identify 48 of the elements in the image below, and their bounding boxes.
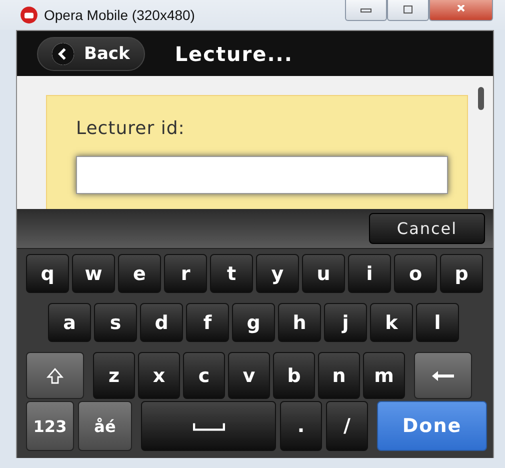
keyboard-key[interactable]: g <box>232 303 275 342</box>
keyboard-key[interactable]: d <box>140 303 183 342</box>
keyboard-key[interactable]: f <box>186 303 229 342</box>
app-icon <box>20 6 38 24</box>
keyboard-key[interactable]: s <box>94 303 137 342</box>
keyboard-key[interactable]: j <box>324 303 367 342</box>
page-title: Lecture... <box>174 42 293 66</box>
space-icon <box>192 422 224 430</box>
chevron-left-icon <box>52 42 74 64</box>
keyboard-key[interactable]: / <box>326 401 368 451</box>
minimize-button[interactable] <box>345 0 387 21</box>
keyboard-key[interactable]: p <box>440 254 483 293</box>
back-button[interactable]: Back <box>37 36 145 70</box>
left-arrow-icon <box>431 370 455 382</box>
keyboard-key[interactable]: c <box>183 352 225 399</box>
keyboard-key[interactable]: w <box>72 254 115 293</box>
mode-key[interactable]: åé <box>78 401 132 451</box>
keyboard-key[interactable]: o <box>394 254 437 293</box>
field-label: Lecturer id: <box>76 118 186 139</box>
keyboard-key[interactable]: m <box>363 352 405 399</box>
keyboard-key[interactable]: x <box>138 352 180 399</box>
keyboard-key[interactable]: a <box>48 303 91 342</box>
keyboard-key[interactable]: b <box>273 352 315 399</box>
keyboard-key[interactable]: l <box>416 303 459 342</box>
input-field[interactable] <box>76 156 448 194</box>
keyboard-key[interactable]: i <box>348 254 391 293</box>
keyboard-key[interactable]: e <box>118 254 161 293</box>
keyboard-key[interactable]: y <box>256 254 299 293</box>
keyboard-key[interactable]: z <box>93 352 135 399</box>
window-title: Opera Mobile (320x480) <box>44 7 195 23</box>
shift-key[interactable] <box>26 352 84 399</box>
close-button[interactable] <box>429 0 493 21</box>
keyboard-key[interactable]: h <box>278 303 321 342</box>
maximize-button[interactable] <box>387 0 429 21</box>
keyboard-key[interactable]: v <box>228 352 270 399</box>
keyboard-key[interactable]: t <box>210 254 253 293</box>
mode-key[interactable]: 123 <box>26 401 74 451</box>
shift-icon <box>46 368 64 384</box>
done-key[interactable]: Done <box>377 401 487 451</box>
keyboard-key[interactable]: n <box>318 352 360 399</box>
scrollbar-thumb[interactable] <box>478 87 484 110</box>
keyboard-key[interactable]: k <box>370 303 413 342</box>
keyboard-key[interactable]: q <box>26 254 69 293</box>
keyboard-key[interactable]: r <box>164 254 207 293</box>
keyboard-key[interactable]: . <box>280 401 322 451</box>
cancel-button[interactable]: Cancel <box>369 213 485 244</box>
backspace-key[interactable] <box>414 352 472 399</box>
keyboard-key[interactable]: u <box>302 254 345 293</box>
